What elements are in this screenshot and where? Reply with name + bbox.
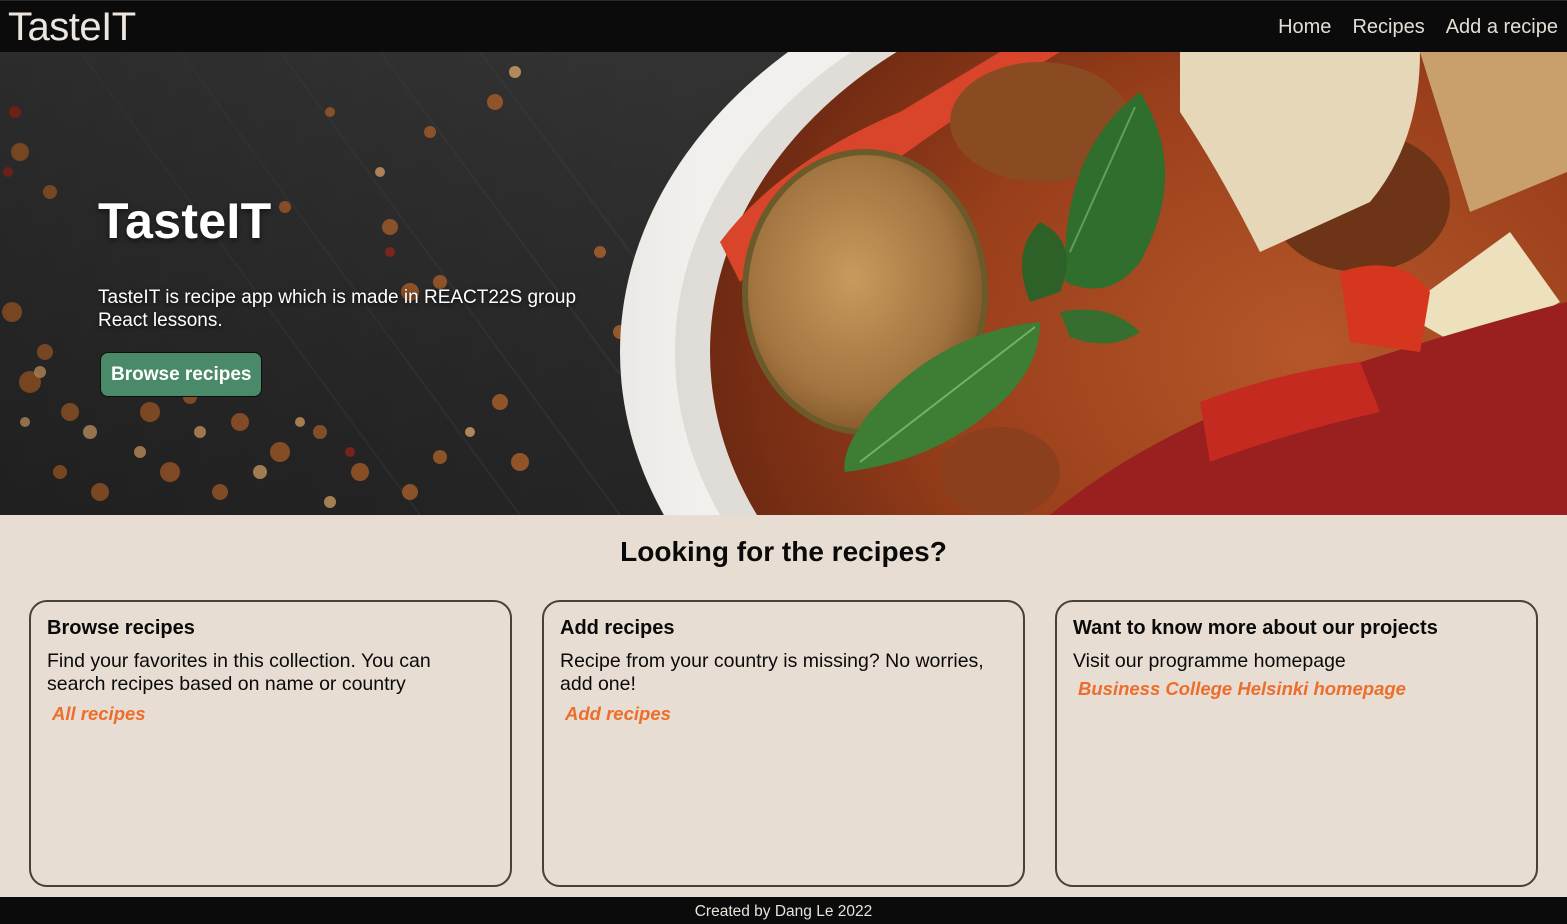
footer-text: Created by Dang Le 2022 [694, 903, 873, 920]
hero-content: TasteIT TasteIT is recipe app which is m… [98, 192, 618, 397]
card-title: Want to know more about our projects [1073, 617, 1438, 639]
nav-link-home[interactable]: Home [1278, 16, 1331, 39]
section-title: Looking for the recipes? [620, 536, 947, 567]
card-text: Find your favorites in this collection. … [47, 650, 431, 695]
top-navbar: TasteIT Home Recipes Add a recipe [0, 0, 1567, 52]
nav-link-add-recipe[interactable]: Add a recipe [1446, 16, 1558, 39]
card-browse-recipes: Browse recipes Find your favorites in th… [29, 600, 512, 887]
card-title: Add recipes [560, 617, 675, 639]
nav-links: Home Recipes Add a recipe [1257, 16, 1558, 39]
add-recipes-link[interactable]: Add recipes [565, 703, 671, 725]
hero-description: TasteIT is recipe app which is made in R… [98, 287, 577, 331]
hero-banner: TasteIT TasteIT is recipe app which is m… [0, 52, 1567, 515]
nav-link-recipes[interactable]: Recipes [1352, 16, 1424, 39]
card-text: Recipe from your country is missing? No … [560, 650, 984, 695]
browse-recipes-button[interactable]: Browse recipes [100, 352, 263, 397]
card-title: Browse recipes [47, 617, 195, 639]
footer: Created by Dang Le 2022 [0, 897, 1567, 924]
card-add-recipes: Add recipes Recipe from your country is … [542, 600, 1025, 887]
all-recipes-link[interactable]: All recipes [52, 703, 146, 725]
card-projects: Want to know more about our projects Vis… [1055, 600, 1538, 887]
hero-title: TasteIT [98, 193, 272, 249]
homepage-link[interactable]: Business College Helsinki homepage [1078, 678, 1406, 700]
brand-logo[interactable]: TasteIT [8, 5, 136, 50]
card-text: Visit our programme homepage [1073, 650, 1346, 672]
